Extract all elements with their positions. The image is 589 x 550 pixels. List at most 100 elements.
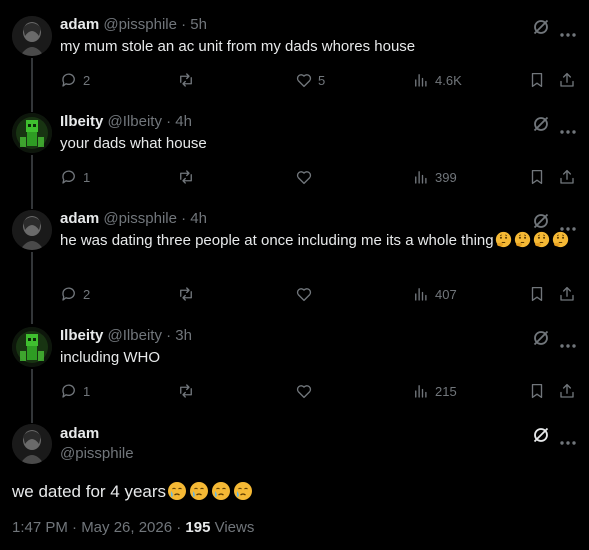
repost-button[interactable] <box>176 381 201 401</box>
reply-icon <box>62 73 75 87</box>
focused-tweet-body: we dated for 4 years <box>12 481 254 503</box>
action-bar: 1 215 <box>60 381 576 401</box>
crying-face-emoji <box>168 482 187 500</box>
bookmark-button[interactable] <box>528 167 546 187</box>
thread-line <box>31 369 33 423</box>
views-count: 4.6K <box>435 72 462 88</box>
views-count: 215 <box>435 383 457 399</box>
share-icon <box>560 383 574 398</box>
repost-button[interactable] <box>176 167 201 187</box>
views-icon <box>415 74 427 87</box>
reply-count: 1 <box>83 169 91 185</box>
author-name[interactable]: adam <box>60 210 99 227</box>
author-handle[interactable]: @Ilbeity <box>108 113 162 130</box>
reply-count: 2 <box>83 286 91 302</box>
bookmark-button[interactable] <box>528 70 546 90</box>
thinking-face-emoji <box>495 231 511 248</box>
reply-count: 2 <box>83 72 91 88</box>
views-count: 399 <box>435 169 457 185</box>
like-button[interactable]: 5 <box>295 70 325 90</box>
share-button[interactable] <box>558 381 576 401</box>
tweet-text: my mum stole an ac unit from my dads who… <box>60 38 416 55</box>
reply-button[interactable]: 2 <box>60 70 90 90</box>
action-bar: 2 407 <box>60 284 576 304</box>
repost-icon <box>180 384 192 398</box>
thread-line <box>31 155 33 209</box>
views-count: 407 <box>435 286 457 302</box>
thinking-face-emoji <box>514 231 530 248</box>
thinking-face-emoji <box>552 231 568 248</box>
grok-icon[interactable] <box>532 426 550 449</box>
like-button[interactable] <box>295 167 318 187</box>
share-button[interactable] <box>558 70 576 90</box>
like-icon <box>296 171 312 185</box>
avatar[interactable] <box>12 113 52 153</box>
author-name[interactable]: adam <box>60 425 99 442</box>
reply-icon <box>62 170 75 184</box>
repost-button[interactable] <box>176 284 201 304</box>
author-handle[interactable]: @pissphile <box>103 210 177 227</box>
author-handle[interactable]: @Ilbeity <box>108 327 162 344</box>
avatar[interactable] <box>12 210 52 250</box>
like-icon <box>296 74 312 88</box>
share-button[interactable] <box>558 284 576 304</box>
author-name[interactable]: Ilbeity <box>60 113 103 130</box>
timestamp[interactable]: 5h <box>190 16 207 33</box>
views-button[interactable]: 399 <box>412 167 457 187</box>
views-button[interactable]: 407 <box>412 284 457 304</box>
views-icon <box>415 385 427 398</box>
more-icon[interactable] <box>560 432 576 450</box>
thinking-face-emoji <box>533 231 549 248</box>
repost-icon <box>180 73 192 87</box>
author-handle[interactable]: @pissphile <box>60 445 134 462</box>
views-count: 195 <box>185 519 211 536</box>
avatar[interactable] <box>12 424 52 464</box>
author-name[interactable]: Ilbeity <box>60 327 103 344</box>
like-icon <box>296 385 312 399</box>
views-button[interactable]: 215 <box>412 381 457 401</box>
reply-button[interactable]: 1 <box>60 167 90 187</box>
views-icon <box>415 171 427 184</box>
reply-button[interactable]: 1 <box>60 381 90 401</box>
reply-icon <box>62 287 75 301</box>
repost-icon <box>180 287 192 301</box>
like-icon <box>296 288 312 302</box>
views-button[interactable]: 4.6K <box>412 70 462 90</box>
timestamp[interactable]: 4h <box>190 210 207 227</box>
author-handle[interactable]: @pissphile <box>103 16 177 33</box>
thread-line <box>31 58 33 112</box>
action-bar: 1 399 <box>60 167 576 187</box>
post-time[interactable]: 1:47 PM · May 26, 2026 · <box>12 519 185 536</box>
separator: · <box>166 327 172 344</box>
repost-icon <box>180 170 192 184</box>
bookmark-icon <box>531 72 543 88</box>
bookmark-icon <box>531 286 543 302</box>
bookmark-button[interactable] <box>528 381 546 401</box>
avatar[interactable] <box>12 327 52 367</box>
share-icon <box>560 72 574 87</box>
separator: · <box>181 16 187 33</box>
tweet-body: he was dating three people at once inclu… <box>60 231 575 251</box>
timestamp[interactable]: 4h <box>175 113 192 130</box>
crying-face-emoji <box>234 482 253 500</box>
tweet-meta: 1:47 PM · May 26, 2026 · 195 Views <box>12 519 254 536</box>
reply-button[interactable]: 2 <box>60 284 90 304</box>
like-button[interactable] <box>295 284 318 304</box>
avatar[interactable] <box>12 16 52 56</box>
like-count: 5 <box>318 72 326 88</box>
like-button[interactable] <box>295 381 318 401</box>
reply-icon <box>62 384 75 398</box>
tweet-text: including WHO <box>60 349 161 366</box>
timestamp[interactable]: 3h <box>175 327 192 344</box>
share-icon <box>560 286 574 301</box>
share-button[interactable] <box>558 167 576 187</box>
author-name[interactable]: adam <box>60 16 99 33</box>
views-icon <box>415 288 427 301</box>
share-icon <box>560 169 574 184</box>
bookmark-icon <box>531 383 543 399</box>
separator: · <box>166 113 172 130</box>
bookmark-button[interactable] <box>528 284 546 304</box>
repost-button[interactable] <box>176 70 201 90</box>
separator: · <box>181 210 187 227</box>
views-label: Views <box>210 519 255 536</box>
